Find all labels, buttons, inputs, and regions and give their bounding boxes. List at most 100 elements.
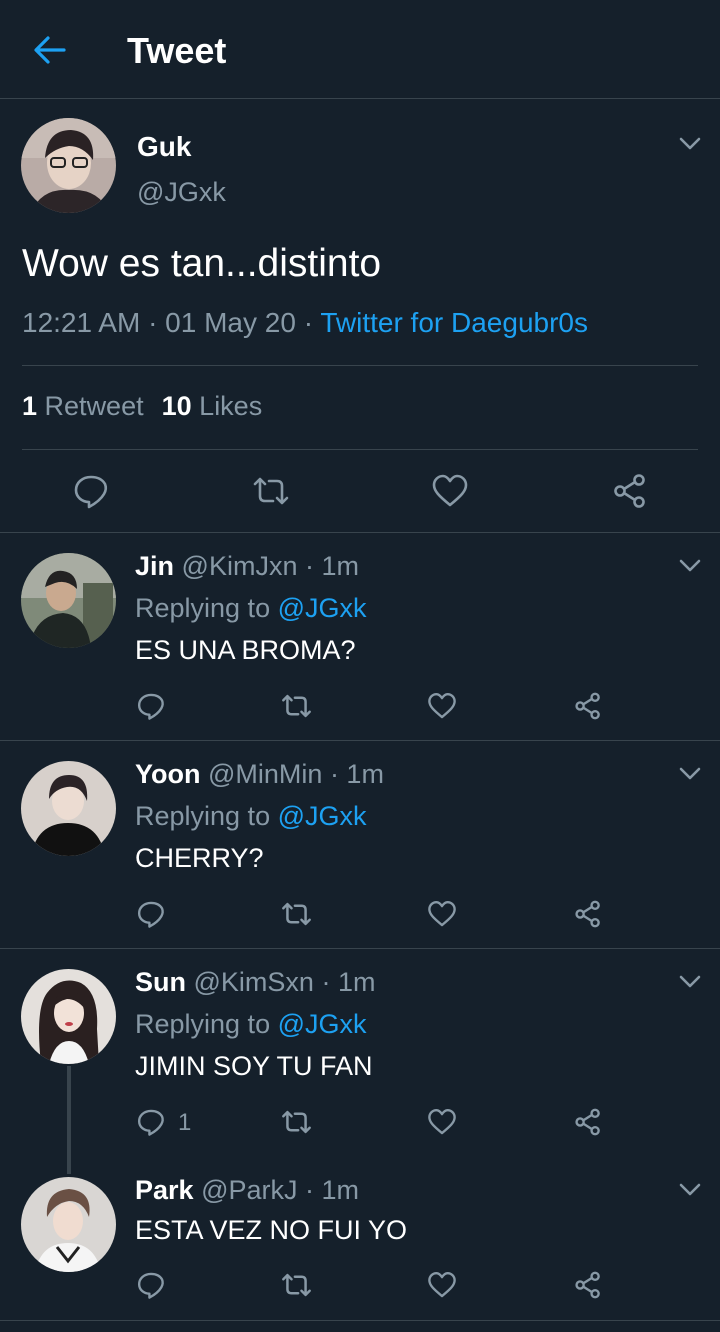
- avatar[interactable]: [21, 553, 116, 648]
- reply-time: · 1m: [321, 967, 376, 997]
- retweet-button[interactable]: [280, 898, 313, 930]
- tweet-options-button[interactable]: [676, 1180, 704, 1200]
- like-button[interactable]: [427, 690, 457, 722]
- replying-label: Replying to: [135, 593, 278, 623]
- back-button[interactable]: [30, 32, 70, 68]
- share-button[interactable]: [573, 690, 603, 722]
- tweet-options-button[interactable]: [676, 556, 704, 576]
- reply-author-name[interactable]: Park: [135, 1175, 194, 1205]
- page-title: Tweet: [127, 30, 227, 71]
- retweet-button[interactable]: [280, 1269, 313, 1301]
- divider: [22, 365, 698, 366]
- reply-time: · 1m: [304, 551, 359, 581]
- chevron-down-icon: [679, 137, 701, 150]
- tweet-timestamp: 12:21 AM · 01 May 20 · Twitter for Daegu…: [22, 307, 588, 339]
- arrow-left-icon: [34, 36, 66, 64]
- reply-count: 1: [178, 1109, 192, 1136]
- like-button[interactable]: [427, 898, 457, 930]
- retweet-button[interactable]: [280, 1106, 313, 1138]
- reply-button[interactable]: [136, 1106, 166, 1138]
- replying-label: Replying to: [135, 801, 278, 831]
- replying-to-mention[interactable]: @JGxk: [278, 1009, 367, 1039]
- share-icon: [575, 1271, 600, 1299]
- tweet-options-button[interactable]: [676, 972, 704, 992]
- avatar[interactable]: [21, 118, 116, 213]
- share-button[interactable]: [573, 1269, 603, 1301]
- reply-author-handle[interactable]: @ParkJ: [201, 1175, 297, 1205]
- tweet-options-button[interactable]: [676, 764, 704, 784]
- reply-author-handle[interactable]: @KimJxn: [182, 551, 298, 581]
- reply-time: · 1m: [305, 1175, 360, 1205]
- retweets-count: 1: [22, 391, 38, 421]
- reply-button[interactable]: [136, 690, 166, 722]
- share-button[interactable]: [573, 1106, 603, 1138]
- reply-button[interactable]: [72, 472, 110, 510]
- retweet-icon: [282, 1273, 311, 1297]
- like-button[interactable]: [427, 1106, 457, 1138]
- reply-author-name[interactable]: Jin: [135, 551, 174, 581]
- likes-stat[interactable]: 10 Likes: [162, 391, 263, 421]
- reply-author-name[interactable]: Yoon: [135, 759, 200, 789]
- replying-label: Replying to: [135, 1009, 278, 1039]
- retweets-stat[interactable]: 1 Retweet: [22, 391, 144, 421]
- reply-text: ES UNA BROMA?: [135, 635, 356, 665]
- heart-icon: [428, 1271, 456, 1298]
- retweet-icon: [282, 694, 311, 718]
- share-button[interactable]: [573, 898, 603, 930]
- avatar[interactable]: [21, 761, 116, 856]
- share-icon: [575, 1108, 600, 1136]
- reply-author-handle[interactable]: @MinMin: [208, 759, 322, 789]
- reply-button[interactable]: [136, 898, 166, 930]
- avatar[interactable]: [21, 1177, 116, 1272]
- divider: [0, 532, 720, 533]
- like-button[interactable]: [427, 1269, 457, 1301]
- tweet-text: Wow es tan...distinto: [22, 242, 382, 285]
- avatar[interactable]: [21, 969, 116, 1064]
- share-button[interactable]: [611, 472, 649, 510]
- comment-icon: [137, 1109, 164, 1136]
- retweet-icon: [282, 1110, 311, 1134]
- replying-to: Replying to @JGxk: [135, 801, 367, 832]
- reply-author: Yoon @MinMin · 1m: [135, 759, 384, 790]
- author-handle[interactable]: @JGxk: [137, 177, 226, 208]
- chevron-down-icon: [679, 559, 701, 572]
- comment-icon: [137, 901, 164, 928]
- likes-label: Likes: [199, 391, 263, 421]
- retweet-button[interactable]: [280, 690, 313, 722]
- replying-to: Replying to @JGxk: [135, 593, 367, 624]
- comment-icon: [137, 1272, 164, 1299]
- reply-text: ESTA VEZ NO FUI YO: [135, 1215, 408, 1245]
- top-bar: Tweet: [0, 0, 720, 99]
- tweet-time: 12:21 AM · 01 May 20 ·: [22, 307, 321, 338]
- reply-text: CHERRY?: [135, 843, 264, 873]
- author-name[interactable]: Guk: [137, 131, 191, 163]
- reply-text: JIMIN SOY TU FAN: [135, 1051, 373, 1081]
- reply-button[interactable]: [136, 1269, 166, 1301]
- tweet-source-link[interactable]: Twitter for Daegubr0s: [320, 307, 588, 338]
- replying-to-mention[interactable]: @JGxk: [278, 801, 367, 831]
- heart-icon: [432, 474, 468, 507]
- comment-icon: [137, 693, 164, 720]
- reply-author: Sun @KimSxn · 1m: [135, 967, 375, 998]
- retweet-icon: [282, 902, 311, 926]
- heart-icon: [428, 692, 456, 719]
- divider: [0, 1320, 720, 1321]
- chevron-down-icon: [679, 1183, 701, 1196]
- tweet-stats: 1 Retweet 10 Likes: [22, 391, 262, 422]
- thread-connector: [67, 1066, 71, 1174]
- divider: [22, 449, 698, 450]
- heart-icon: [428, 1108, 456, 1135]
- reply-author: Park @ParkJ · 1m: [135, 1175, 359, 1206]
- replying-to-mention[interactable]: @JGxk: [278, 593, 367, 623]
- share-icon: [575, 692, 600, 720]
- share-icon: [614, 474, 645, 508]
- chevron-down-icon: [679, 767, 701, 780]
- retweet-button[interactable]: [251, 472, 291, 510]
- like-button[interactable]: [431, 472, 469, 510]
- chevron-down-icon: [679, 975, 701, 988]
- share-icon: [575, 900, 600, 928]
- tweet-options-button[interactable]: [676, 134, 704, 154]
- reply-author-handle[interactable]: @KimSxn: [194, 967, 314, 997]
- reply-author-name[interactable]: Sun: [135, 967, 186, 997]
- reply-author: Jin @KimJxn · 1m: [135, 551, 359, 582]
